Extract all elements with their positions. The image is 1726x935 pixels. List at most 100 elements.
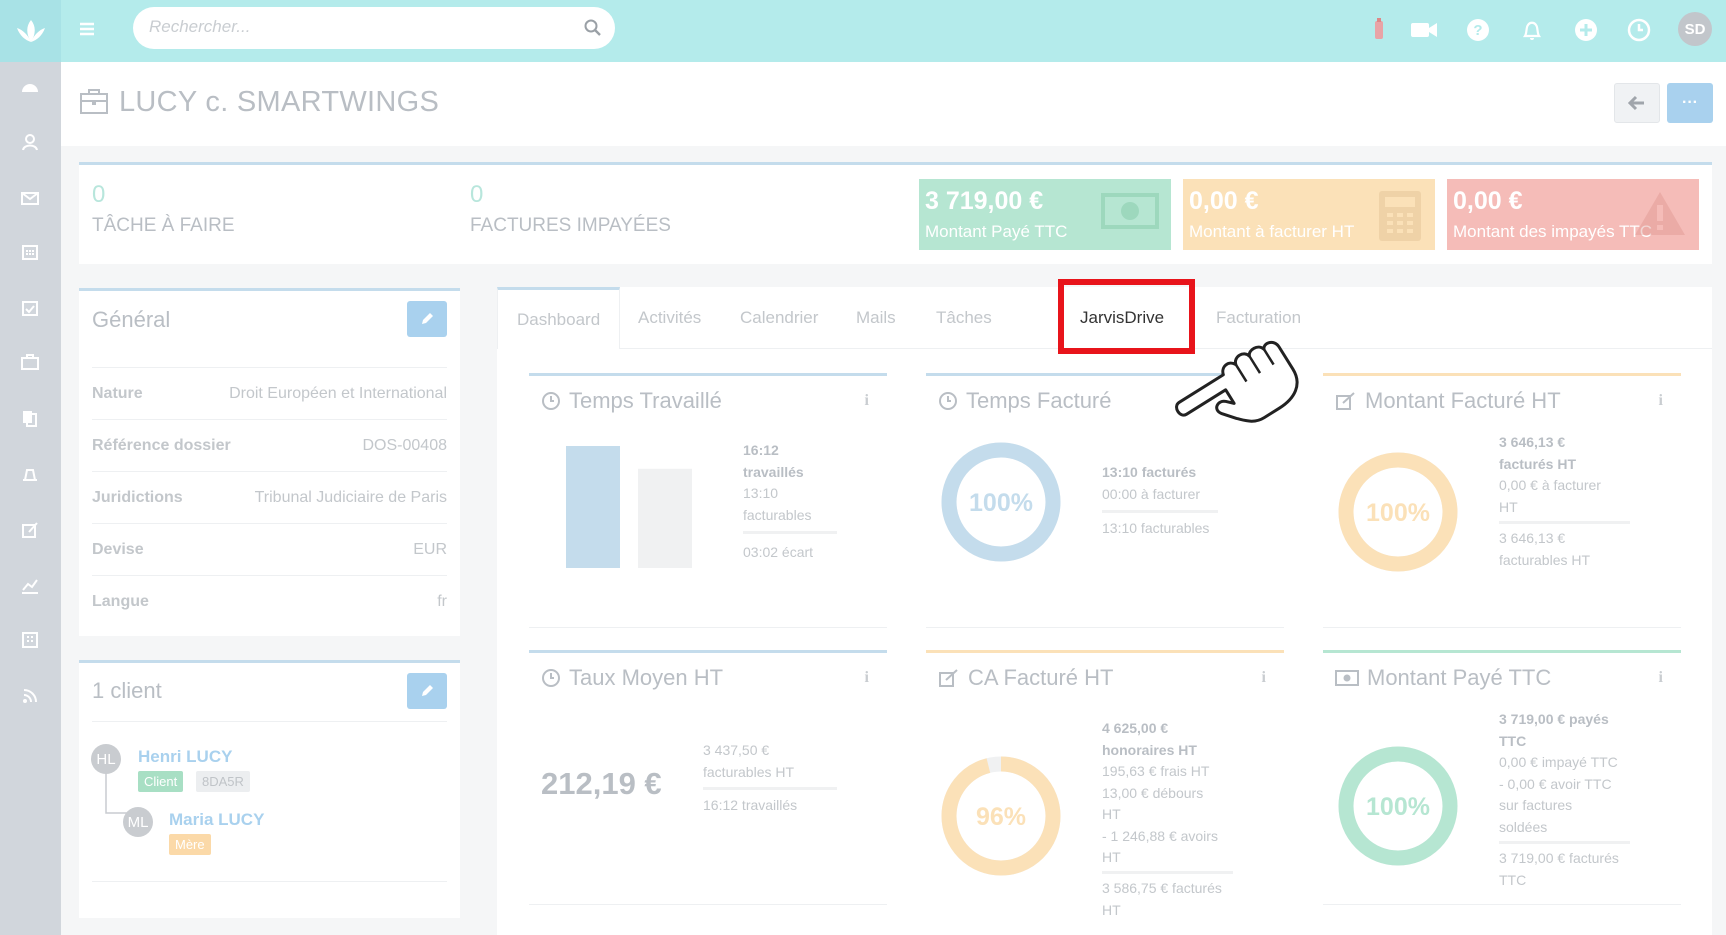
card-montant-paye: Montant Payé TTC i 100% 3 719,00 € payés… bbox=[1323, 650, 1681, 905]
avatar: HL bbox=[91, 744, 121, 774]
billed-unit: TTC bbox=[1499, 871, 1527, 888]
card-text: 3 646,13 € facturés HT 0,00 € à facturer… bbox=[1499, 432, 1601, 518]
search-icon[interactable] bbox=[583, 18, 603, 38]
unpaid-amount: 0,00 € bbox=[1453, 187, 1523, 215]
briefcase-icon[interactable] bbox=[18, 350, 42, 374]
main-content: Dashboard Activités Calendrier Mails Tâc… bbox=[497, 287, 1712, 935]
tab-mails[interactable]: Mails bbox=[837, 287, 915, 349]
credit-label: sur factures bbox=[1499, 797, 1573, 813]
edit-clients-button[interactable] bbox=[407, 673, 447, 709]
clients-panel: 1 client HL Henri LUCY Client 8DA5R ML M… bbox=[79, 660, 460, 918]
card-header: CA Facturé HT bbox=[938, 665, 1113, 691]
billable-label: facturables bbox=[743, 506, 812, 523]
extension-icon[interactable] bbox=[1364, 15, 1394, 45]
unpaid-count: 0 bbox=[470, 181, 484, 208]
pointing-hand-icon bbox=[1175, 340, 1299, 423]
bell-icon[interactable] bbox=[1517, 15, 1547, 45]
user-avatar[interactable]: SD bbox=[1678, 12, 1712, 46]
clients-title: 1 client bbox=[92, 678, 162, 703]
tab-activites[interactable]: Activités bbox=[619, 287, 720, 349]
info-icon[interactable]: i bbox=[1262, 669, 1266, 687]
app-logo[interactable] bbox=[0, 0, 61, 62]
paid-unit: TTC bbox=[1499, 732, 1527, 749]
billable-amount: 3 437,50 € bbox=[703, 742, 770, 758]
stats-icon[interactable] bbox=[18, 574, 42, 598]
card-text: 3 719,00 € facturés TTC bbox=[1499, 848, 1619, 891]
tasks-icon[interactable] bbox=[18, 296, 42, 320]
tasks-stat: 0 TÂCHE À FAIRE bbox=[92, 181, 235, 237]
general-panel: Général Nature Droit Européen et Internat… bbox=[79, 288, 460, 636]
documents-icon[interactable] bbox=[18, 406, 42, 430]
card-title: Temps Facturé bbox=[966, 388, 1112, 413]
donut-chart: 100% bbox=[1338, 452, 1458, 572]
card-title: Taux Moyen HT bbox=[569, 665, 724, 690]
gap-time: 03:02 écart bbox=[743, 544, 814, 560]
page-header: LUCY c. SMARTWINGS ··· bbox=[61, 62, 1726, 146]
to-invoice-card[interactable]: 0,00 € Montant à facturer HT bbox=[1183, 179, 1435, 250]
video-icon[interactable] bbox=[1409, 15, 1439, 45]
more-button[interactable]: ··· bbox=[1667, 83, 1713, 123]
disbursements-amount: 13,00 € débours bbox=[1102, 784, 1204, 801]
credits-unit: HT bbox=[1102, 849, 1121, 865]
billable-label: facturables HT bbox=[1499, 551, 1591, 568]
search-input[interactable] bbox=[149, 17, 569, 37]
billed-amount: 3 719,00 € facturés bbox=[1499, 850, 1619, 866]
back-button[interactable] bbox=[1614, 83, 1660, 123]
contacts-icon[interactable] bbox=[18, 130, 42, 154]
unpaid-amount-card[interactable]: 0,00 € Montant des impayés TTC bbox=[1447, 179, 1699, 250]
paid-card[interactable]: 3 719,00 € Montant Payé TTC bbox=[919, 179, 1171, 250]
info-icon[interactable]: i bbox=[1659, 669, 1663, 687]
billing-icon[interactable] bbox=[18, 462, 42, 486]
edit-general-button[interactable] bbox=[407, 301, 447, 337]
client-name-link[interactable]: Henri LUCY bbox=[138, 747, 232, 767]
page-title: LUCY c. SMARTWINGS bbox=[119, 86, 440, 118]
info-row-juridictions: Juridictions Tribunal Judiciaire de Paris bbox=[92, 471, 447, 523]
billed-unit: HT bbox=[1102, 901, 1121, 918]
add-icon[interactable] bbox=[1571, 15, 1601, 45]
worked-time: 16:12 travaillés bbox=[703, 797, 798, 813]
donut-chart: 100% bbox=[941, 442, 1061, 562]
info-icon[interactable]: i bbox=[865, 669, 869, 687]
info-value: EUR bbox=[413, 540, 447, 558]
info-row-nature: Nature Droit Européen et International bbox=[92, 367, 447, 419]
edit-icon bbox=[1336, 392, 1355, 410]
grid-icon[interactable] bbox=[18, 628, 42, 652]
edit-icon[interactable] bbox=[18, 518, 42, 542]
general-title: Général bbox=[92, 307, 171, 332]
unpaid-label: FACTURES IMPAYÉES bbox=[470, 215, 671, 236]
tab-dashboard[interactable]: Dashboard bbox=[497, 287, 621, 349]
info-icon[interactable]: i bbox=[1659, 392, 1663, 410]
tab-taches[interactable]: Tâches bbox=[917, 287, 1011, 349]
fees-amount: 4 625,00 € bbox=[1102, 720, 1169, 736]
rss-icon[interactable] bbox=[18, 684, 42, 708]
info-value: Droit Européen et International bbox=[229, 384, 447, 402]
card-text: 3 646,13 € facturables HT bbox=[1499, 528, 1590, 571]
clock-icon[interactable] bbox=[1624, 15, 1654, 45]
info-value: fr bbox=[437, 592, 447, 610]
mail-icon[interactable] bbox=[18, 186, 42, 210]
pencil-icon bbox=[422, 685, 433, 696]
client-name-link[interactable]: Maria LUCY bbox=[169, 810, 264, 830]
billable-bar bbox=[638, 468, 692, 568]
info-icon[interactable]: i bbox=[865, 392, 869, 410]
briefcase-icon bbox=[80, 89, 108, 114]
card-header: Temps Facturé bbox=[938, 388, 1112, 414]
billed-time: 13:10 facturés bbox=[1102, 464, 1197, 480]
menu-icon[interactable] bbox=[77, 19, 97, 39]
card-text: 3 719,00 € payés TTC 0,00 € impayé TTC -… bbox=[1499, 709, 1618, 838]
calculator-icon bbox=[1379, 191, 1421, 241]
info-key: Référence dossier bbox=[92, 436, 231, 454]
info-row-reference: Référence dossier DOS-00408 bbox=[92, 419, 447, 471]
worked-bar bbox=[566, 446, 620, 568]
help-icon[interactable]: ? bbox=[1463, 15, 1493, 45]
info-value: DOS-00408 bbox=[362, 436, 448, 454]
dashboard-icon[interactable] bbox=[18, 76, 42, 100]
donut-chart: 100% bbox=[1338, 746, 1458, 866]
to-bill-unit: HT bbox=[1499, 498, 1518, 515]
tab-calendrier[interactable]: Calendrier bbox=[721, 287, 837, 349]
calendar-icon[interactable] bbox=[18, 240, 42, 264]
card-text: 4 625,00 € honoraires HT 195,63 € frais … bbox=[1102, 718, 1218, 869]
leaf-logo-icon bbox=[16, 20, 45, 42]
money-icon bbox=[1335, 670, 1359, 686]
avatar: ML bbox=[123, 807, 153, 837]
